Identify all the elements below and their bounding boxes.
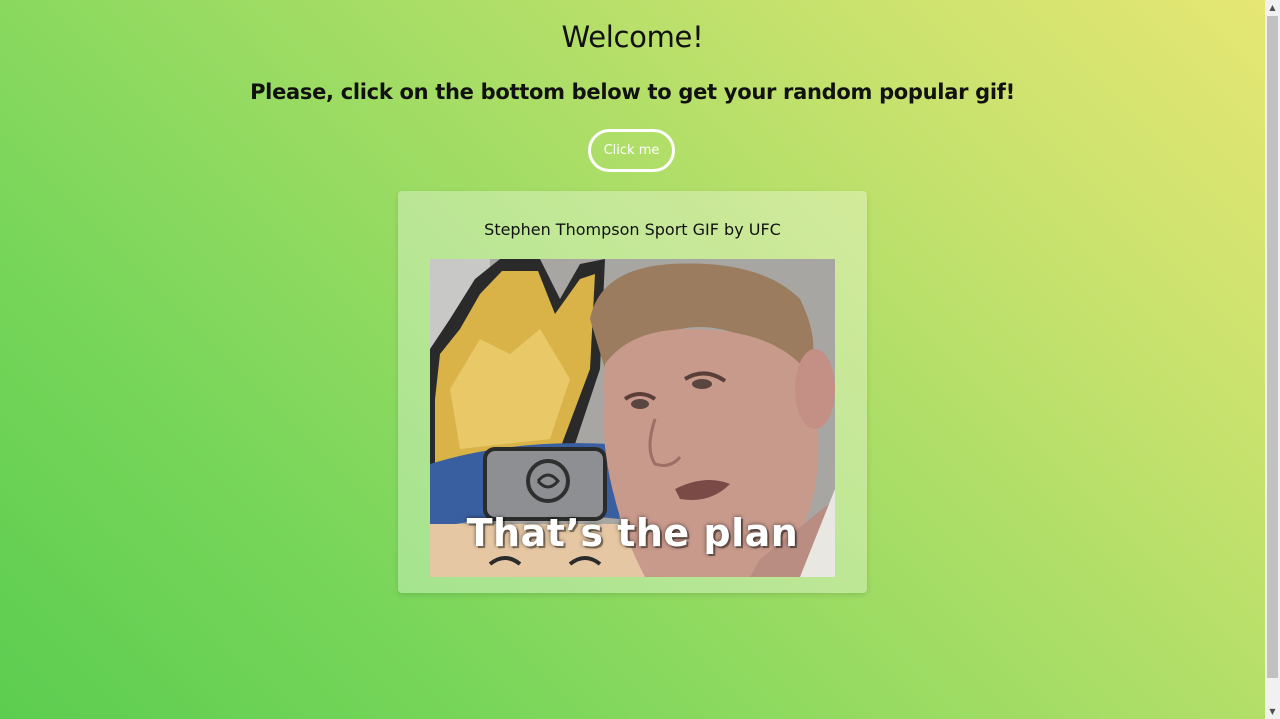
chevron-down-icon[interactable]: ▼ [1265,704,1280,719]
page-title: Welcome! [561,20,704,54]
gif-caption: That’s the plan [466,511,799,555]
gif-card: Stephen Thompson Sport GIF by UFC That’s… [398,191,867,593]
page-instructions: Please, click on the bottom below to get… [250,80,1015,104]
vertical-scrollbar[interactable]: ▲ ▼ [1265,0,1280,719]
gif-image: That’s the plan [430,259,835,577]
scrollbar-thumb[interactable] [1267,16,1278,678]
click-me-button[interactable]: Click me [588,129,675,172]
gif-title: Stephen Thompson Sport GIF by UFC [484,220,781,239]
chevron-up-icon[interactable]: ▲ [1265,0,1280,15]
page-viewport: Welcome! Please, click on the bottom bel… [0,0,1265,719]
